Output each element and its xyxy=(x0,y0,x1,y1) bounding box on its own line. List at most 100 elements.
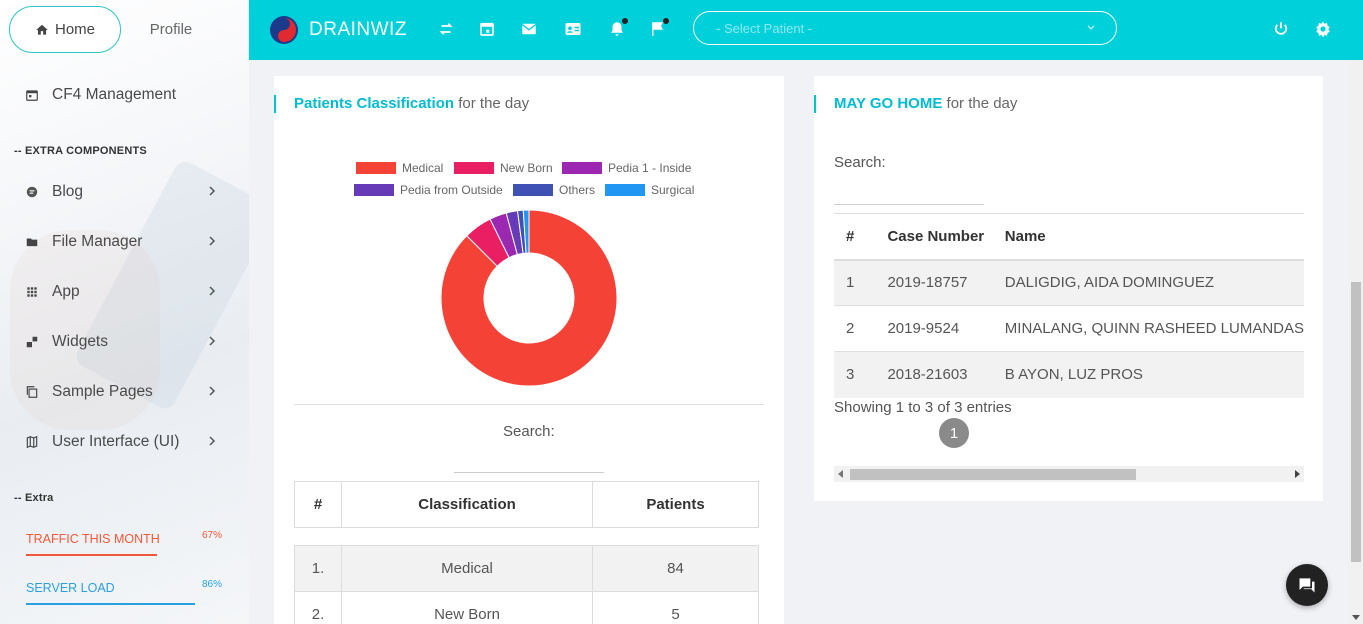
scroll-left-arrow[interactable] xyxy=(838,470,843,478)
card-title-rest: for the day xyxy=(454,95,530,112)
card-title-bold: MAY GO HOME xyxy=(834,95,943,112)
patient-count: 5 xyxy=(592,591,759,624)
column-header[interactable]: # xyxy=(834,213,876,261)
table-row[interactable]: 1 2019-18757 DALIGDIG, AIDA DOMINGUEZ xyxy=(834,259,1304,306)
sidebar-item-app[interactable]: App xyxy=(24,280,224,304)
scroll-down-arrow[interactable] xyxy=(1352,615,1360,620)
table-row[interactable]: 2 2019-9524 MINALANG, QUINN RASHEED LUMA… xyxy=(834,305,1304,352)
classification-search-input[interactable] xyxy=(454,472,604,473)
classification-donut-chart: Medical New Born Pedia 1 - Inside Pedia fro… xyxy=(354,161,694,387)
card-title-bold: Patients Classification xyxy=(294,95,455,112)
legend-swatch[interactable] xyxy=(454,162,494,174)
may-go-home-search-label: Search: xyxy=(834,154,886,171)
sidebar-item-label: App xyxy=(52,283,80,300)
table-row[interactable]: 3 2018-21603 B AYON, LUZ PROS xyxy=(834,351,1304,398)
legend-swatch[interactable] xyxy=(356,162,396,174)
section-header-extra: -- Extra xyxy=(14,492,54,504)
horizontal-scrollbar-thumb[interactable] xyxy=(850,469,1136,480)
table-row: 2. New Born 5 xyxy=(294,591,759,624)
sidebar-item-widgets[interactable]: Widgets xyxy=(24,330,224,354)
server-load-stat: SERVER LOAD 86% xyxy=(26,579,222,605)
widgets-icon xyxy=(24,334,40,350)
sidebar-tabs: Home Profile xyxy=(9,6,239,53)
traffic-stat: TRAFFIC THIS MONTH 67% xyxy=(26,530,222,556)
legend-label[interactable]: Pedia 1 - Inside xyxy=(608,161,692,175)
drainwiz-logo[interactable] xyxy=(269,15,299,45)
notification-dot xyxy=(622,18,628,24)
table-row: 1. Medical 84 xyxy=(294,545,759,592)
patient-select[interactable]: - Select Patient - xyxy=(693,11,1117,45)
may-go-home-table-wrapper: # Case Number Name 1 2019-18757 DALIGDIG… xyxy=(834,213,1323,473)
sidebar-item-label: Sample Pages xyxy=(52,383,153,400)
case-number: 2019-9524 xyxy=(875,305,993,352)
classification-table: 1. Medical 84 2. New Born 5 xyxy=(294,545,759,624)
chevron-right-icon xyxy=(209,436,216,446)
sidebar-item-label: Blog xyxy=(52,183,84,200)
traffic-progress-bar xyxy=(26,554,158,556)
legend-swatch[interactable] xyxy=(562,162,602,174)
sidebar-item-file-manager[interactable]: File Manager xyxy=(24,230,224,254)
chevron-right-icon xyxy=(209,236,216,246)
chevron-right-icon xyxy=(209,386,216,396)
flag-notification-dot xyxy=(663,18,669,24)
legend-swatch[interactable] xyxy=(513,184,553,196)
legend-label[interactable]: Others xyxy=(559,183,595,197)
classification-header-table: # Classification Patients xyxy=(294,481,759,528)
server-load-percent: 86% xyxy=(201,579,222,590)
column-header[interactable]: Case Number xyxy=(875,213,993,261)
blog-icon xyxy=(24,184,40,200)
page-scrollbar[interactable] xyxy=(1349,60,1363,624)
sidebar-item-sample-pages[interactable]: Sample Pages xyxy=(24,380,224,404)
tab-profile[interactable]: Profile xyxy=(121,6,221,53)
column-header[interactable]: Name xyxy=(992,213,1304,261)
legend-label[interactable]: New Born xyxy=(500,161,553,175)
tab-home-label: Home xyxy=(54,21,95,38)
sidebar-item-cf4-management[interactable]: CF4 Management xyxy=(24,83,224,107)
scroll-right-arrow[interactable] xyxy=(1295,470,1300,478)
map-icon xyxy=(24,434,40,450)
legend-label[interactable]: Surgical xyxy=(651,183,694,197)
swap-icon[interactable] xyxy=(437,20,455,38)
top-header: DRAINWIZ - Select Patient - xyxy=(249,0,1363,60)
row-number: 3 xyxy=(834,351,876,398)
chat-button[interactable] xyxy=(1286,564,1328,606)
classification-search-label: Search: xyxy=(503,423,555,440)
sidebar-item-label: CF4 Management xyxy=(52,86,177,103)
contact-card-icon[interactable] xyxy=(564,20,582,38)
legend-label[interactable]: Pedia from Outside xyxy=(400,183,503,197)
sidebar-item-label: File Manager xyxy=(52,233,143,250)
sidebar-item-user-interface[interactable]: User Interface (UI) xyxy=(24,430,224,454)
pagination-page-button[interactable]: 1 xyxy=(939,418,969,448)
card-title: Patients Classification for the day xyxy=(274,95,529,113)
column-header[interactable]: Classification xyxy=(341,481,593,528)
column-header[interactable]: # xyxy=(294,481,342,528)
may-go-home-card: MAY GO HOME for the day Search: # Case N… xyxy=(814,76,1323,501)
legend-swatch[interactable] xyxy=(605,184,645,196)
page-scrollbar-thumb[interactable] xyxy=(1351,282,1361,562)
brand-name: DRAINWIZ xyxy=(309,19,407,40)
flag-icon[interactable] xyxy=(649,18,669,38)
legend-swatch[interactable] xyxy=(354,184,394,196)
column-header[interactable]: Patients xyxy=(592,481,759,528)
horizontal-scrollbar[interactable] xyxy=(834,466,1304,482)
row-number: 1 xyxy=(834,259,876,306)
patient-name: B AYON, LUZ PROS xyxy=(992,351,1304,398)
divider xyxy=(294,404,764,405)
row-number: 2 xyxy=(834,305,876,352)
patients-classification-card: Patients Classification for the day Medi… xyxy=(274,76,784,624)
patient-select-placeholder: - Select Patient - xyxy=(716,21,813,36)
gear-icon[interactable] xyxy=(1314,20,1332,38)
patient-name: MINALANG, QUINN RASHEED LUMANDAS xyxy=(992,305,1304,352)
sidebar-item-blog[interactable]: Blog xyxy=(24,180,224,204)
notification-bell-icon[interactable] xyxy=(608,18,628,38)
mail-icon[interactable] xyxy=(520,20,538,38)
home-icon xyxy=(36,24,48,35)
may-go-home-search-input[interactable] xyxy=(834,204,984,205)
tab-home[interactable]: Home xyxy=(9,6,121,53)
card-title-rest: for the day xyxy=(942,95,1018,112)
patient-count: 84 xyxy=(592,545,759,592)
grid-icon xyxy=(24,284,40,300)
calendar-icon[interactable] xyxy=(478,20,496,38)
power-icon[interactable] xyxy=(1272,20,1290,38)
legend-label[interactable]: Medical xyxy=(402,161,443,175)
